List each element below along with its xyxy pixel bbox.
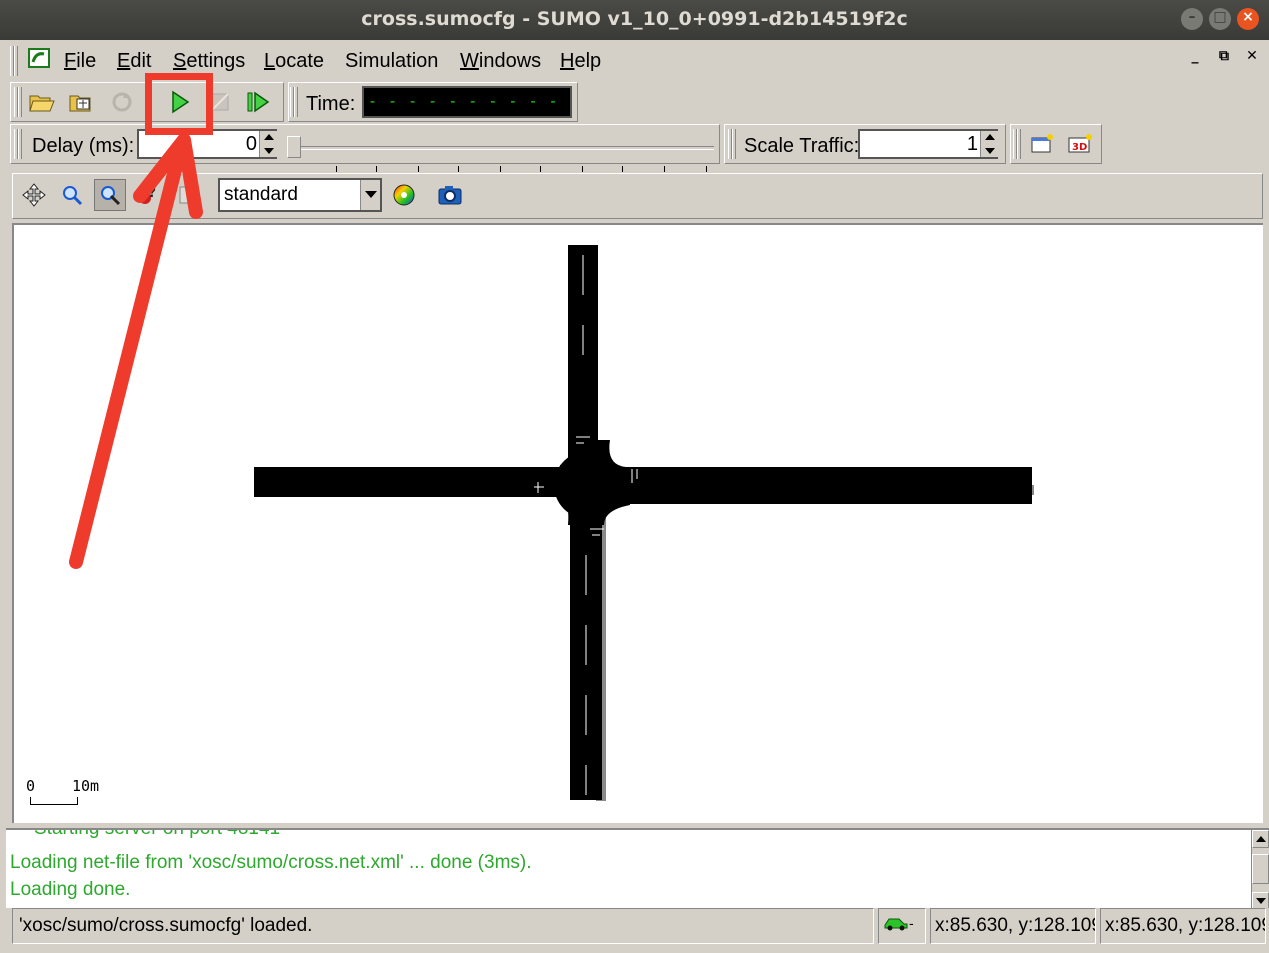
menu-locate[interactable]: Locate [264, 50, 324, 73]
message-log-scrollbar[interactable] [1251, 830, 1269, 908]
window-maximize-button[interactable]: □ [1209, 8, 1231, 30]
screenshot-icon [438, 186, 462, 205]
road-west [254, 467, 574, 497]
edit-viewport-button[interactable] [170, 179, 202, 211]
scale-traffic-spinner[interactable] [980, 131, 998, 157]
menu-settings[interactable]: Settings [173, 50, 245, 73]
junction-center [554, 451, 622, 519]
tooltip-icon: ? [139, 185, 156, 204]
tooltip-toggle-button[interactable]: ? [132, 179, 164, 211]
file-toolbar-grip[interactable] [14, 87, 22, 117]
color-scheme-value: standard [224, 184, 298, 205]
scroll-thumb[interactable] [1252, 854, 1269, 884]
delay-slider-thumb[interactable] [287, 136, 301, 158]
screenshot-button[interactable] [434, 179, 466, 211]
edit-coloring-button[interactable] [388, 179, 420, 211]
menu-help[interactable]: Help [560, 50, 601, 73]
message-log: Starting server on port 48141 Loading ne… [6, 828, 1269, 908]
geo-coordinates: x:85.630, y:128.109 [1100, 908, 1266, 944]
road-network [254, 245, 1034, 801]
road-east [614, 467, 1032, 504]
vehicle-count-suffix: - [909, 915, 914, 931]
delay-spinner[interactable] [259, 131, 277, 157]
svg-text:?: ? [148, 185, 156, 201]
message-line: Starting server on port 48141 [34, 828, 281, 839]
mdi-minimize-button[interactable]: _ [1184, 46, 1206, 66]
annotation-highlight-box [145, 73, 213, 135]
zoom-icon [63, 186, 83, 206]
open-simulation-button[interactable] [26, 86, 58, 118]
window-minimize-button[interactable]: – [1181, 8, 1203, 30]
message-line: Loading done. [10, 879, 131, 900]
reload-button[interactable] [106, 86, 138, 118]
reload-icon [112, 92, 132, 112]
view-window-toolbar-grip[interactable] [1013, 129, 1021, 159]
scale-traffic-value: 1 [966, 133, 978, 155]
sumo-app: File Edit Settings Locate Simulation Win… [6, 40, 1269, 953]
color-wheel-icon [393, 184, 415, 206]
delay-toolbar-grip[interactable] [14, 129, 22, 159]
chevron-down-icon[interactable] [360, 180, 380, 210]
scale-bar-start: 0 [26, 777, 36, 795]
new-2d-view-icon [1031, 134, 1053, 153]
color-scheme-select[interactable]: standard [218, 178, 382, 212]
cursor-coordinates: x:85.630, y:128.109 [930, 908, 1096, 944]
vehicle-count-button[interactable]: - [878, 908, 926, 944]
car-icon [884, 918, 908, 931]
message-line: Loading net-file from 'xosc/sumo/cross.n… [10, 852, 532, 873]
menubar-grip[interactable] [10, 46, 18, 76]
locate-icon [101, 186, 121, 206]
menu-simulation[interactable]: Simulation [345, 50, 438, 73]
new-3d-view-icon: 3D [1068, 134, 1092, 153]
new-3d-view-button[interactable]: 3D [1064, 128, 1096, 160]
time-label: Time: [306, 93, 356, 115]
svg-text:3D: 3D [1072, 142, 1087, 153]
locate-junction-button[interactable] [56, 179, 88, 211]
mdi-restore-button[interactable]: ⧉ [1213, 46, 1235, 66]
delay-slider-track[interactable] [296, 146, 714, 150]
open-folder-icon [29, 95, 55, 112]
recenter-view-button[interactable] [18, 179, 50, 211]
network-view-canvas[interactable]: 0 10m [12, 223, 1263, 823]
menu-file[interactable]: File [64, 50, 96, 73]
scale-bar [30, 797, 78, 805]
delay-label: Delay (ms): [32, 135, 135, 157]
new-2d-view-button[interactable] [1026, 128, 1058, 160]
delay-value: 0 [245, 133, 257, 155]
time-toolbar-grip[interactable] [290, 87, 298, 117]
menu-edit[interactable]: Edit [117, 50, 151, 73]
scale-toolbar-grip[interactable] [728, 129, 736, 159]
open-network-button[interactable] [66, 86, 98, 118]
recenter-icon [22, 183, 46, 207]
window-titlebar: cross.sumocfg - SUMO v1_10_0+0991-d2b145… [0, 0, 1269, 40]
window-title: cross.sumocfg - SUMO v1_10_0+0991-d2b145… [361, 8, 908, 30]
mdi-close-button[interactable]: ✕ [1241, 46, 1263, 66]
edit-viewport-icon [179, 186, 193, 204]
time-display: - - - - - - - - - - - - - - - [362, 86, 572, 118]
window-close-button[interactable]: × [1237, 8, 1259, 30]
scroll-up-icon[interactable] [1252, 830, 1269, 848]
scroll-down-icon[interactable] [1252, 892, 1269, 908]
scale-traffic-input[interactable]: 1 [858, 129, 998, 159]
step-simulation-button[interactable] [242, 86, 274, 118]
step-icon [247, 91, 270, 113]
open-network-icon [69, 95, 91, 112]
scale-bar-end: 10m [72, 777, 100, 795]
status-message: 'xosc/sumo/cross.sumocfg' loaded. [12, 908, 874, 944]
scale-traffic-label: Scale Traffic: [744, 135, 860, 157]
sumo-app-icon [28, 48, 50, 68]
menu-windows[interactable]: Windows [460, 50, 541, 73]
locate-edge-button[interactable] [94, 179, 126, 211]
